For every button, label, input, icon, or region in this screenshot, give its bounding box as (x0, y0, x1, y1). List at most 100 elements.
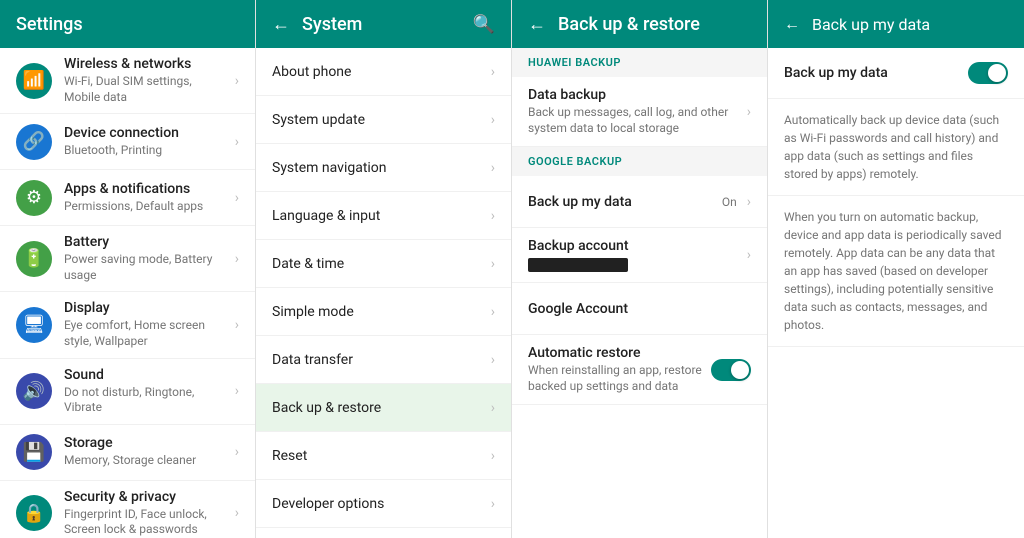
backup_my_data-title: Back up my data (528, 194, 722, 210)
navigation-label: System navigation (272, 160, 487, 176)
device-subtitle: Bluetooth, Printing (64, 143, 231, 159)
sound-chevron: › (235, 383, 239, 399)
data_backup-subtitle: Back up messages, call log, and other sy… (528, 105, 743, 136)
settings-item-battery[interactable]: 🔋 Battery Power saving mode, Battery usa… (0, 226, 255, 292)
simple-chevron: › (491, 304, 495, 320)
update-chevron: › (491, 112, 495, 128)
detail-description2: When you turn on automatic backup, devic… (768, 196, 1024, 347)
battery-icon: 🔋 (16, 241, 52, 277)
auto_restore-text: Automatic restore When reinstalling an a… (528, 345, 711, 394)
backup-item-data_backup[interactable]: Data backup Back up messages, call log, … (512, 77, 767, 147)
device-title: Device connection (64, 125, 231, 141)
section-header-huawei: HUAWEI BACKUP (512, 48, 767, 77)
detail-description1: Automatically back up device data (such … (768, 99, 1024, 196)
data_backup-text: Data backup Back up messages, call log, … (528, 87, 743, 136)
backup-item-backup_my_data[interactable]: Back up my data On› (512, 176, 767, 228)
system-item-about[interactable]: About phone › (256, 48, 511, 96)
detail-back-icon[interactable]: ← (784, 14, 800, 34)
settings-panel: Settings 📶 Wireless & networks Wi-Fi, Du… (0, 0, 256, 538)
settings-item-sound[interactable]: 🔊 Sound Do not disturb, Ringtone, Vibrat… (0, 359, 255, 425)
reset-chevron: › (491, 448, 495, 464)
backup-item-google_account[interactable]: Google Account (512, 283, 767, 335)
settings-header: Settings (0, 0, 255, 48)
backup-back-icon[interactable]: ← (528, 14, 546, 35)
security-title: Security & privacy (64, 489, 231, 505)
battery-subtitle: Power saving mode, Battery usage (64, 252, 231, 283)
backup-item-auto_restore[interactable]: Automatic restore When reinstalling an a… (512, 335, 767, 405)
sound-subtitle: Do not disturb, Ringtone, Vibrate (64, 385, 231, 416)
auto_restore-title: Automatic restore (528, 345, 711, 361)
detail-panel: ← Back up my data Back up my data Automa… (768, 0, 1024, 538)
system-item-backup[interactable]: Back up & restore › (256, 384, 511, 432)
navigation-chevron: › (491, 160, 495, 176)
backup-title: Back up & restore (558, 14, 751, 35)
security-subtitle: Fingerprint ID, Face unlock, Screen lock… (64, 507, 231, 538)
battery-text: Battery Power saving mode, Battery usage (64, 234, 231, 283)
settings-item-wireless[interactable]: 📶 Wireless & networks Wi-Fi, Dual SIM se… (0, 48, 255, 114)
data_backup-title: Data backup (528, 87, 743, 103)
settings-item-display[interactable]: 🖥 Display Eye comfort, Home screen style… (0, 292, 255, 358)
system-item-navigation[interactable]: System navigation › (256, 144, 511, 192)
backup-label: Back up & restore (272, 400, 487, 416)
backup_account-text: Backup account (528, 238, 743, 272)
system-item-reset[interactable]: Reset › (256, 432, 511, 480)
section-header-google: GOOGLE BACKUP (512, 147, 767, 176)
developer-chevron: › (491, 496, 495, 512)
about-chevron: › (491, 64, 495, 80)
developer-label: Developer options (272, 496, 487, 512)
display-subtitle: Eye comfort, Home screen style, Wallpape… (64, 318, 231, 349)
display-icon: 🖥 (16, 307, 52, 343)
settings-title: Settings (16, 14, 239, 35)
auto_restore-toggle[interactable] (711, 359, 751, 381)
settings-list: 📶 Wireless & networks Wi-Fi, Dual SIM se… (0, 48, 255, 538)
system-search-icon[interactable]: 🔍 (473, 14, 495, 35)
system-panel: ← System 🔍 About phone › System update ›… (256, 0, 512, 538)
system-item-datetime[interactable]: Date & time › (256, 240, 511, 288)
wireless-subtitle: Wi-Fi, Dual SIM settings, Mobile data (64, 74, 231, 105)
backup_my_data-text: Back up my data (528, 194, 722, 210)
backup-item-backup_account[interactable]: Backup account › (512, 228, 767, 283)
auto_restore-subtitle: When reinstalling an app, restore backed… (528, 363, 711, 394)
system-back-icon[interactable]: ← (272, 14, 290, 35)
settings-item-apps[interactable]: ⚙ Apps & notifications Permissions, Defa… (0, 170, 255, 226)
google_account-text: Google Account (528, 301, 751, 317)
detail-title: Back up my data (812, 15, 930, 34)
sound-title: Sound (64, 367, 231, 383)
storage-chevron: › (235, 444, 239, 460)
storage-text: Storage Memory, Storage cleaner (64, 435, 231, 469)
battery-chevron: › (235, 251, 239, 267)
backup-list: HUAWEI BACKUP Data backup Back up messag… (512, 48, 767, 405)
apps-title: Apps & notifications (64, 181, 231, 197)
settings-item-storage[interactable]: 💾 Storage Memory, Storage cleaner › (0, 425, 255, 481)
system-item-language[interactable]: Language & input › (256, 192, 511, 240)
update-label: System update (272, 112, 487, 128)
apps-chevron: › (235, 190, 239, 206)
about-label: About phone (272, 64, 487, 80)
google_account-title: Google Account (528, 301, 751, 317)
datetime-chevron: › (491, 256, 495, 272)
backup-header: ← Back up & restore (512, 0, 767, 48)
security-icon: 🔒 (16, 495, 52, 531)
apps-icon: ⚙ (16, 180, 52, 216)
settings-item-security[interactable]: 🔒 Security & privacy Fingerprint ID, Fac… (0, 481, 255, 538)
display-title: Display (64, 300, 231, 316)
wireless-chevron: › (235, 73, 239, 89)
toggle-knob (988, 64, 1006, 82)
backup-panel: ← Back up & restore HUAWEI BACKUP Data b… (512, 0, 768, 538)
detail-top-row: Back up my data (768, 48, 1024, 99)
settings-item-device[interactable]: 🔗 Device connection Bluetooth, Printing … (0, 114, 255, 170)
system-item-transfer[interactable]: Data transfer › (256, 336, 511, 384)
system-title: System (302, 14, 461, 35)
backup-my-data-toggle[interactable] (968, 62, 1008, 84)
device-text: Device connection Bluetooth, Printing (64, 125, 231, 159)
transfer-label: Data transfer (272, 352, 487, 368)
display-text: Display Eye comfort, Home screen style, … (64, 300, 231, 349)
system-item-developer[interactable]: Developer options › (256, 480, 511, 528)
wireless-text: Wireless & networks Wi-Fi, Dual SIM sett… (64, 56, 231, 105)
system-item-update[interactable]: System update › (256, 96, 511, 144)
backup_account-chevron: › (747, 247, 751, 263)
system-item-simple[interactable]: Simple mode › (256, 288, 511, 336)
battery-title: Battery (64, 234, 231, 250)
detail-header: ← Back up my data (768, 0, 1024, 48)
system-item-experience[interactable]: User experience improvement › (256, 528, 511, 538)
